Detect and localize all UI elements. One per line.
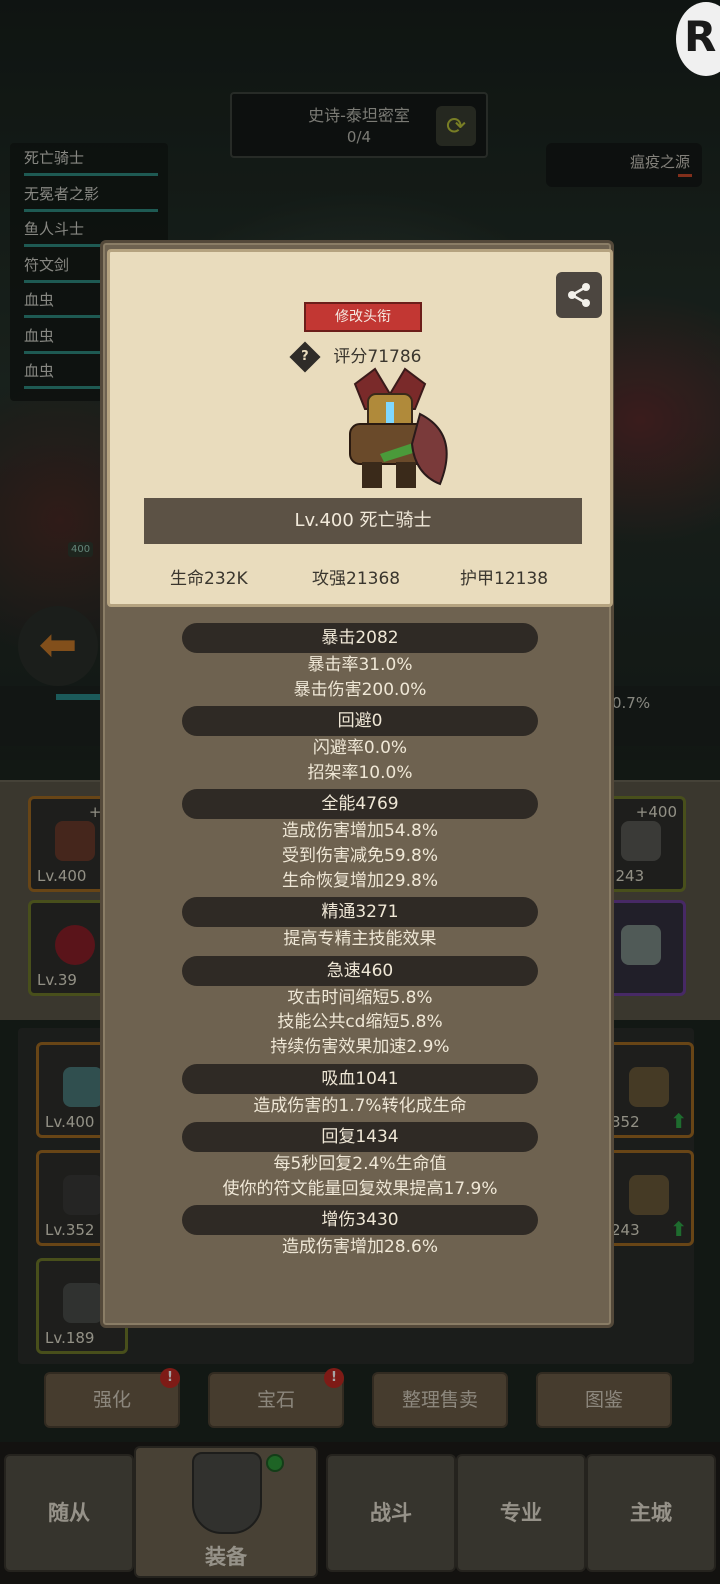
attr-line: 招架率10.0% <box>307 762 413 783</box>
attr-line: 受到伤害减免59.8% <box>281 845 438 866</box>
share-button[interactable] <box>556 272 602 318</box>
attr-line: 造成伤害增加28.6% <box>281 1237 438 1258</box>
attr-line: 每5秒回复2.4%生命值 <box>273 1154 447 1175</box>
attr-dodge: 回避0 闪避率0.0% 招架率10.0% <box>103 706 617 785</box>
attr-lifesteal: 吸血1041 造成伤害的1.7%转化成生命 <box>103 1063 617 1119</box>
attr-head: 精通3271 <box>182 897 538 928</box>
attr-line: 技能公共cd缩短5.8% <box>277 1012 443 1033</box>
armor-stat: 护甲12138 <box>460 569 549 589</box>
attr-head: 回复1434 <box>182 1122 538 1153</box>
hero-card: 修改头衔 ? 评分71786 Lv.400 死亡骑士 生命232K 攻强2136… <box>107 249 613 607</box>
attr-versatility: 全能4769 造成伤害增加54.8% 受到伤害减免59.8% 生命恢复增加29.… <box>103 789 617 893</box>
attr-crit: 暴击2082 暴击率31.0% 暴击伤害200.0% <box>103 623 617 702</box>
attr-damage-bonus: 增伤3430 造成伤害增加28.6% <box>103 1205 617 1260</box>
attack-stat: 攻强21368 <box>312 569 401 589</box>
attr-line: 使你的符文能量回复效果提高17.9% <box>222 1178 498 1199</box>
attr-head: 全能4769 <box>182 789 538 820</box>
attr-head: 增伤3430 <box>182 1205 538 1236</box>
attr-line: 提高专精主技能效果 <box>283 929 437 950</box>
share-icon <box>568 283 590 307</box>
attr-mastery: 精通3271 提高专精主技能效果 <box>103 897 617 952</box>
attr-line: 暴击率31.0% <box>307 655 413 675</box>
attr-haste: 急速460 攻击时间缩短5.8% 技能公共cd缩短5.8% 持续伤害效果加速2.… <box>103 955 617 1060</box>
edit-title-button[interactable]: 修改头衔 <box>304 302 422 332</box>
attr-line: 攻击时间缩短5.8% <box>287 987 433 1008</box>
hp-stat: 生命232K <box>170 569 248 589</box>
attr-line: 持续伤害效果加速2.9% <box>270 1036 450 1057</box>
attr-line: 造成伤害的1.7%转化成生命 <box>253 1095 467 1116</box>
attr-line: 暴击伤害200.0% <box>293 679 427 700</box>
attr-line: 生命恢复增加29.8% <box>281 870 438 891</box>
attr-head: 急速460 <box>182 955 538 986</box>
help-icon[interactable]: ? <box>289 341 321 373</box>
hero-stats: 生命232K 攻强21368 护甲12138 <box>110 564 616 590</box>
hero-detail-popup: 修改头衔 ? 评分71786 Lv.400 死亡骑士 生命232K 攻强2136… <box>100 240 614 1328</box>
attr-head: 吸血1041 <box>182 1063 538 1094</box>
attr-head: 回避0 <box>182 706 538 737</box>
attr-line: 闪避率0.0% <box>312 738 408 759</box>
attr-head: 暴击2082 <box>182 623 538 653</box>
attr-line: 造成伤害增加54.8% <box>281 821 438 842</box>
death-knight-avatar <box>349 367 448 488</box>
hero-name: Lv.400 死亡骑士 <box>144 498 582 544</box>
attr-recovery: 回复1434 每5秒回复2.4%生命值 使你的符文能量回复效果提高17.9% <box>103 1122 617 1201</box>
attribute-list: 暴击2082 暴击率31.0% 暴击伤害200.0% 回避0 闪避率0.0% 招… <box>103 623 617 1264</box>
